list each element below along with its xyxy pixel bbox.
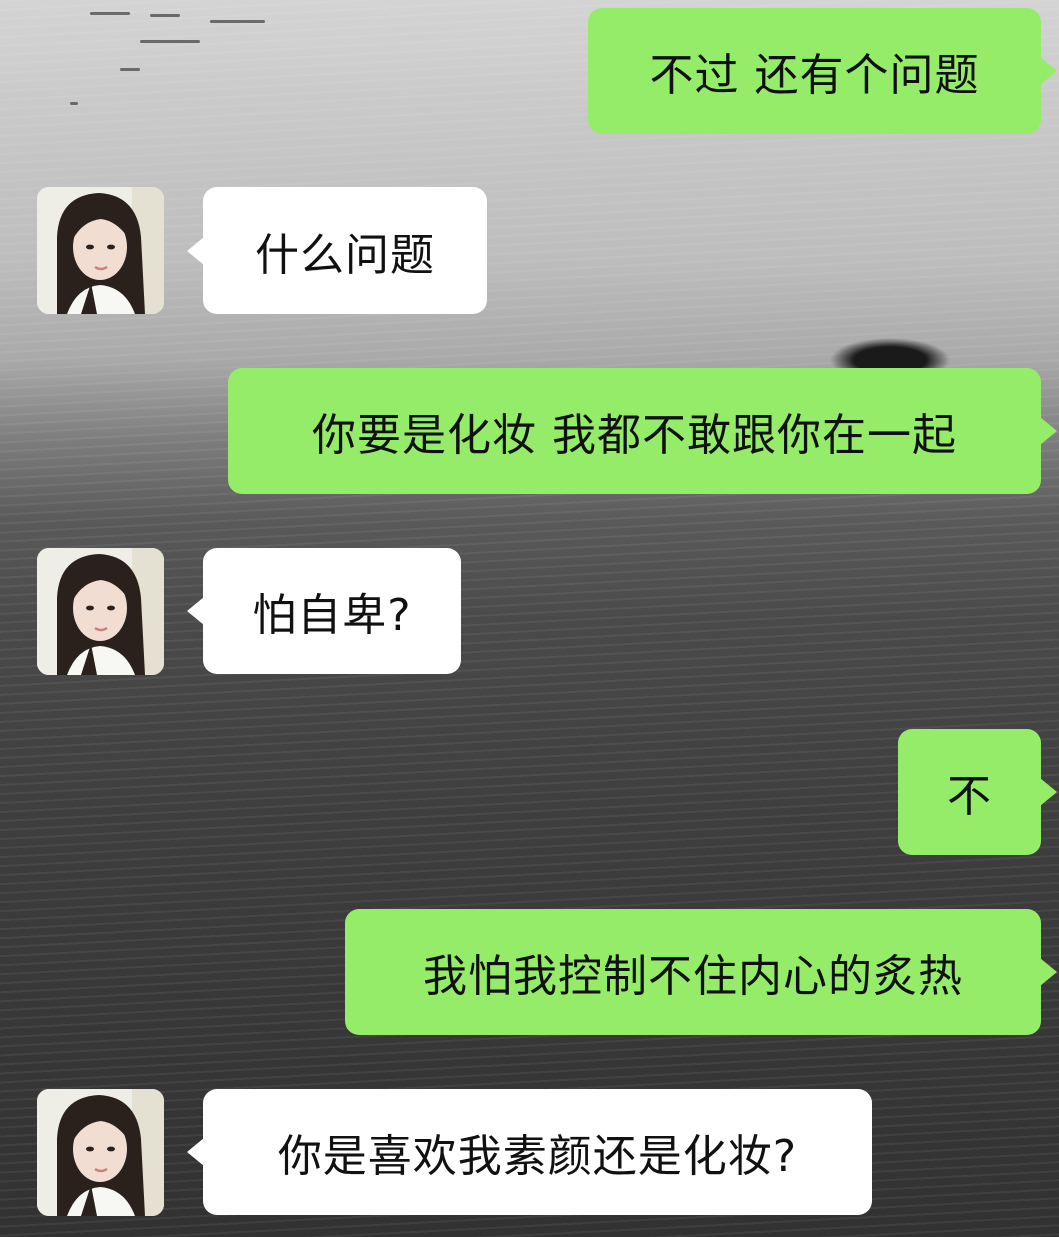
avatar-portrait-icon [37,187,164,314]
message-text: 不过 还有个问题 [649,50,980,101]
received-message-bubble[interactable]: 怕自卑? [187,548,461,674]
background-speck [120,68,140,71]
sent-message-bubble[interactable]: 我怕我控制不住内心的炙热 [345,909,1057,1035]
contact-avatar[interactable] [37,548,164,675]
avatar-portrait-icon [37,548,164,675]
message-text: 你是喜欢我素颜还是化妆? [277,1131,798,1182]
sent-message-bubble[interactable]: 不 [898,729,1057,855]
background-speck [70,102,78,105]
message-text: 我怕我控制不住内心的炙热 [423,951,963,1002]
background-speck [150,14,180,17]
background-speck [210,20,265,23]
background-speck [90,12,130,15]
message-text: 什么问题 [255,229,435,281]
message-text: 怕自卑? [252,590,412,641]
received-message-bubble[interactable]: 你是喜欢我素颜还是化妆? [187,1089,872,1215]
received-message-bubble[interactable]: 什么问题 [187,187,487,314]
sent-message-bubble[interactable]: 你要是化妆 我都不敢跟你在一起 [228,368,1057,494]
avatar-portrait-icon [37,1089,164,1216]
background-speck [140,40,200,43]
message-text: 不 [947,771,992,822]
sent-message-bubble[interactable]: 不过 还有个问题 [588,8,1057,134]
message-text: 你要是化妆 我都不敢跟你在一起 [312,410,957,461]
contact-avatar[interactable] [37,187,164,314]
contact-avatar[interactable] [37,1089,164,1216]
